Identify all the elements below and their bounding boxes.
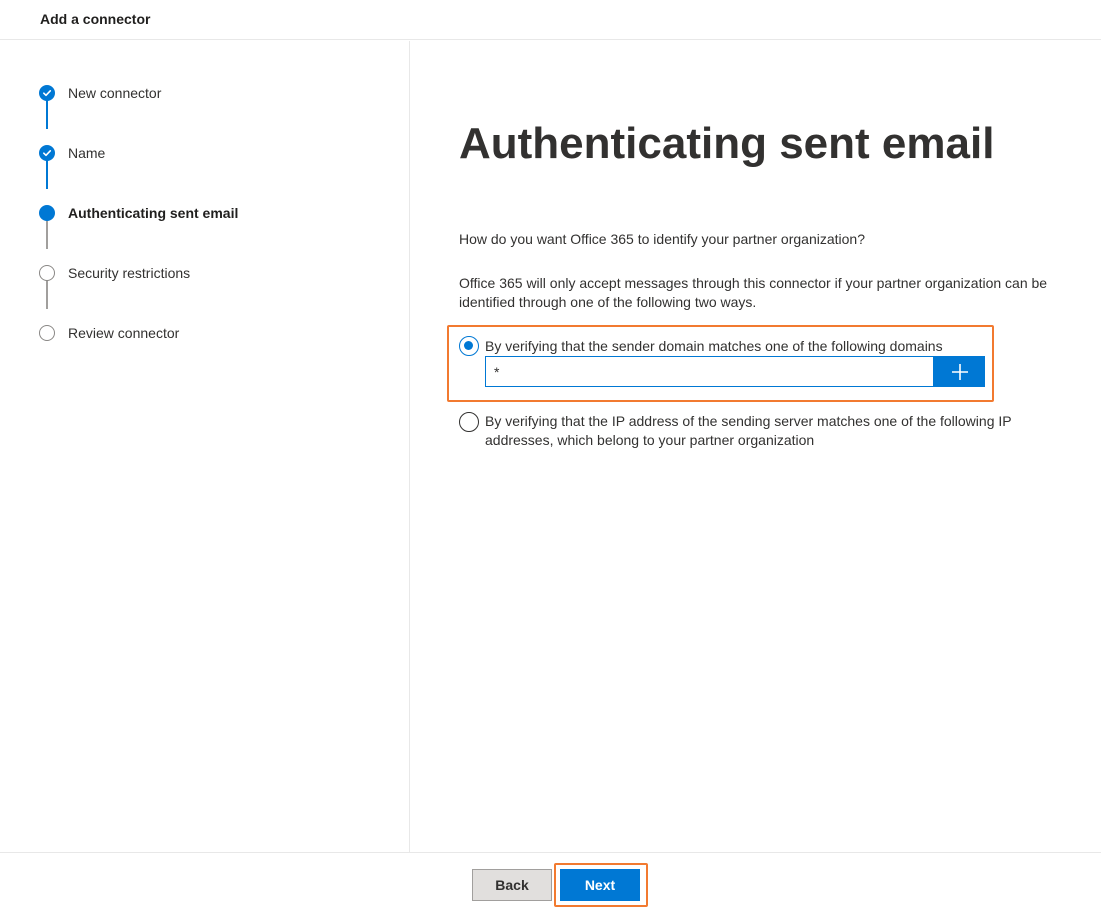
step-new-connector[interactable]: New connector — [39, 84, 161, 102]
back-button[interactable]: Back — [472, 869, 552, 901]
step-label: Security restrictions — [68, 265, 191, 281]
plus-icon — [951, 363, 969, 381]
page-title: Authenticating sent email — [459, 119, 995, 168]
question-text: How do you want Office 365 to identify y… — [459, 231, 865, 247]
step-security-restrictions: Security restrictions — [39, 264, 190, 282]
check-icon — [39, 85, 55, 101]
radio-selected-dot — [464, 341, 473, 350]
step-name[interactable]: Name — [39, 144, 105, 162]
step-navigation: New connector Name Authenticating sent e… — [0, 41, 410, 852]
main-content: Authenticating sent email How do you wan… — [411, 41, 1101, 852]
current-step-icon — [39, 205, 55, 221]
option-label-ip-address: By verifying that the IP address of the … — [485, 413, 1012, 448]
step-label: Review connector — [68, 325, 180, 341]
check-icon — [39, 145, 55, 161]
description-text: Office 365 will only accept messages thr… — [459, 275, 1048, 310]
step-label: New connector — [68, 85, 162, 101]
step-authenticating-sent-email[interactable]: Authenticating sent email — [39, 204, 238, 222]
domain-input[interactable] — [485, 356, 934, 387]
footer: Back Next — [0, 852, 1101, 907]
add-domain-button[interactable] — [934, 356, 985, 387]
next-button[interactable]: Next — [560, 869, 640, 901]
step-label: Authenticating sent email — [68, 205, 239, 221]
header: Add a connector — [0, 0, 1101, 40]
step-label: Name — [68, 145, 106, 161]
radio-sender-domain[interactable] — [459, 336, 479, 356]
radio-ip-address[interactable] — [459, 412, 479, 432]
pending-step-icon — [39, 265, 55, 281]
option-label-sender-domain: By verifying that the sender domain matc… — [485, 338, 943, 354]
pending-step-icon — [39, 325, 55, 341]
dialog-title: Add a connector — [40, 11, 151, 27]
step-review-connector: Review connector — [39, 324, 179, 342]
